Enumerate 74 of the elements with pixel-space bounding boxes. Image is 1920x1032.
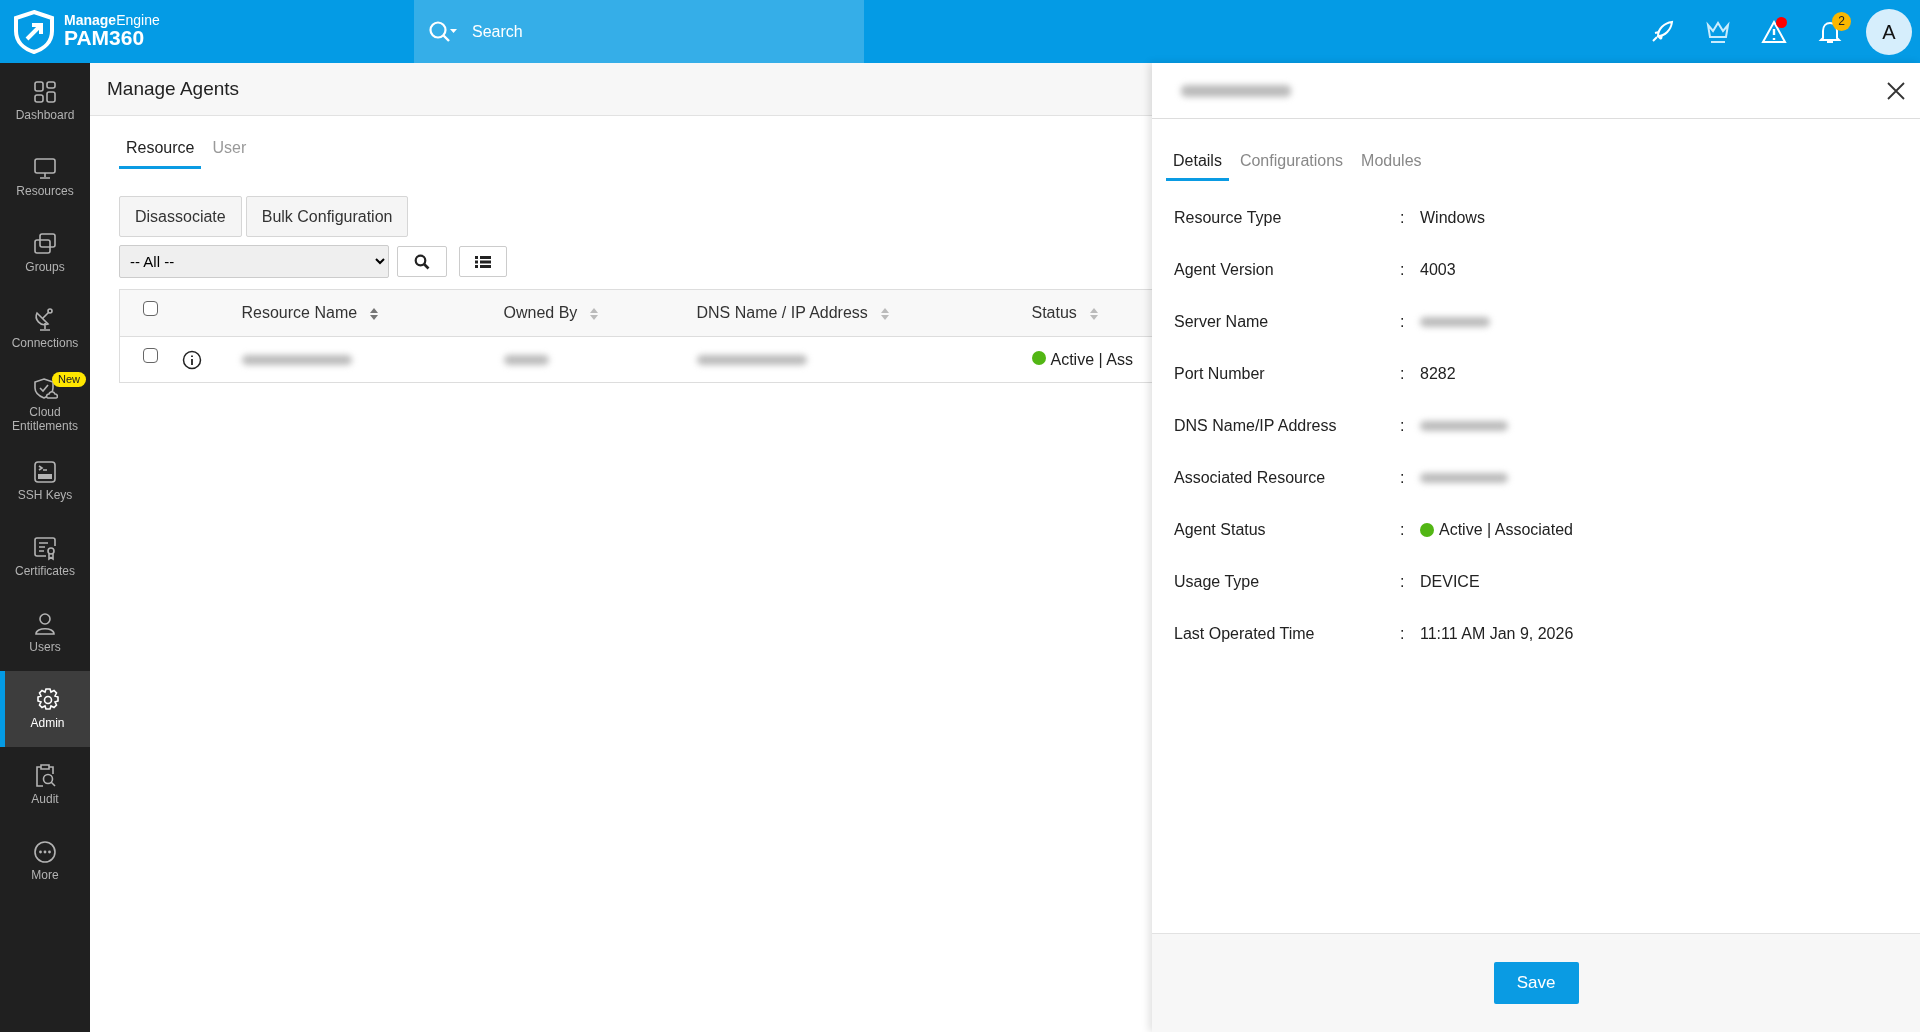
blurred-text [503, 354, 549, 365]
sidebar-item[interactable]: More [0, 823, 90, 899]
colon: : [1400, 520, 1406, 540]
tab[interactable]: Configurations [1232, 145, 1351, 181]
sidebar-item[interactable]: Connections [0, 291, 90, 367]
shield-logo-icon [12, 8, 56, 55]
colon: : [1400, 572, 1406, 592]
field-label: Associated Resource [1174, 468, 1327, 488]
checkbox[interactable] [142, 301, 158, 316]
brand-vendor: ManageEngine [64, 13, 160, 28]
tab[interactable]: Modules [1354, 145, 1429, 181]
search-icon [414, 254, 430, 271]
action-button[interactable]: Bulk Configuration [245, 196, 409, 237]
search-icon[interactable] [428, 20, 458, 44]
blurred-text [1420, 317, 1490, 327]
list-view-button[interactable] [459, 246, 507, 277]
info-icon[interactable] [181, 350, 202, 371]
sidebar-item[interactable]: SSH Keys [0, 443, 90, 519]
field-label: Last Operated Time [1174, 624, 1316, 644]
field-label: Usage Type [1174, 572, 1261, 592]
colon: : [1400, 468, 1406, 488]
field-label: Agent Status [1174, 520, 1267, 540]
column-header[interactable]: Owned By [503, 304, 578, 321]
status-text: Active | Ass [1050, 350, 1133, 368]
user-avatar[interactable]: A [1866, 8, 1912, 55]
certificate-icon [32, 535, 58, 562]
sort-icon[interactable] [369, 306, 380, 321]
column-header[interactable]: Status [1031, 304, 1077, 321]
sidebar-item[interactable]: Dashboard [0, 63, 90, 139]
monitor-icon [32, 155, 58, 182]
column-header[interactable]: Resource Name [241, 304, 358, 321]
sidebar-item[interactable]: New Cloud Entitlements [0, 367, 90, 443]
field-value: DEVICE [1420, 572, 1480, 592]
list-icon [475, 255, 491, 270]
sidebar-item[interactable]: Certificates [0, 519, 90, 595]
colon: : [1400, 364, 1406, 384]
field-label: Port Number [1174, 364, 1266, 384]
new-badge: New [52, 372, 86, 387]
field-label: Server Name [1174, 312, 1270, 332]
field-label: Resource Type [1174, 208, 1283, 228]
tab[interactable]: Resource [119, 132, 202, 169]
filter-dropdown[interactable]: -- All -- [119, 245, 389, 278]
checkbox[interactable] [142, 347, 158, 363]
search-field[interactable]: Search [414, 0, 864, 63]
terminal-icon [32, 459, 58, 486]
colon: : [1400, 208, 1406, 228]
colon: : [1400, 312, 1406, 332]
tab[interactable]: Details [1166, 145, 1229, 181]
colon: : [1400, 260, 1406, 280]
brand-product: PAM360 [64, 27, 145, 50]
sidebar-item[interactable]: Users [0, 595, 90, 671]
action-button[interactable]: Disassociate [119, 196, 242, 237]
close-icon[interactable] [1887, 81, 1905, 100]
field-label: DNS Name/IP Address [1174, 416, 1338, 436]
page-title: Manage Agents [107, 76, 240, 101]
field-value: Active | Associated [1439, 520, 1573, 540]
person-icon [32, 611, 58, 638]
grid-icon [32, 79, 58, 106]
field-value: 11:11 AM Jan 9, 2026 [1420, 624, 1574, 644]
field-value: 8282 [1420, 364, 1456, 384]
sidebar-item[interactable]: Groups [0, 215, 90, 291]
sidebar-item[interactable]: Admin [0, 671, 90, 747]
field-label: Agent Version [1174, 260, 1275, 280]
warning-icon[interactable] [1761, 18, 1787, 45]
search-button[interactable] [397, 246, 447, 277]
colon: : [1400, 624, 1406, 644]
field-value: 4003 [1420, 260, 1456, 280]
sidebar-item[interactable]: Resources [0, 139, 90, 215]
sidebar-item[interactable]: Audit [0, 747, 90, 823]
colon: : [1400, 416, 1406, 436]
column-header[interactable]: DNS Name / IP Address [696, 304, 868, 321]
more-icon [32, 839, 58, 866]
notification-count: 2 [1832, 12, 1851, 31]
field-value: Windows [1420, 208, 1485, 228]
